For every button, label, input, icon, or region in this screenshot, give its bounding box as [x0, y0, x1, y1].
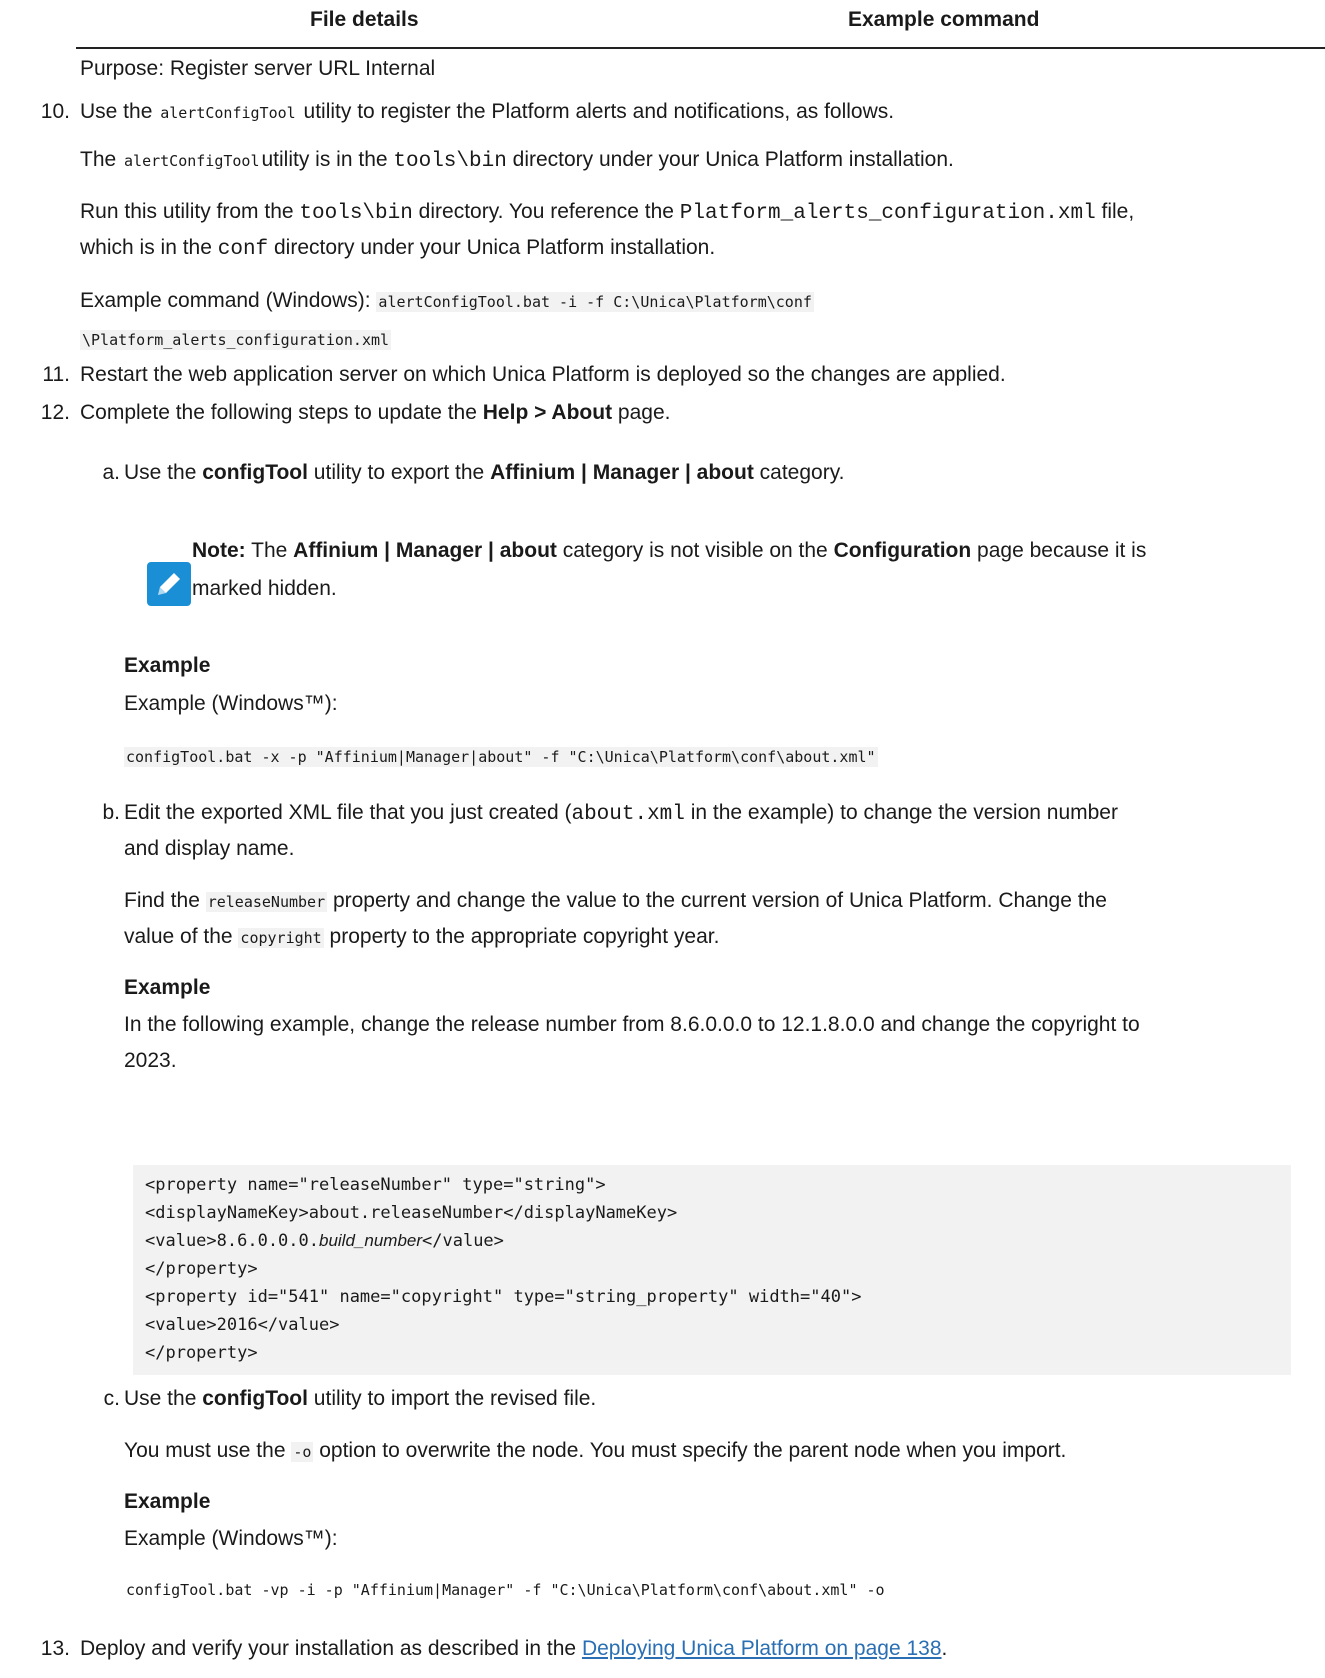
code-line: <value>2016</value>	[145, 1315, 340, 1335]
step-10-example-command-cont: \Platform_alerts_configuration.xml	[80, 330, 392, 350]
step-10-para-3b: which is in the conf directory under you…	[80, 236, 716, 261]
table-purpose-cell: Purpose: Register server URL Internal	[80, 57, 436, 80]
step-12b-para-2-cont: value of the copyright property to the a…	[124, 925, 720, 948]
xml-code-block: <property name="releaseNumber" type="str…	[133, 1165, 1291, 1375]
table-header-rule	[76, 47, 1325, 49]
step-10-number: 10.	[40, 100, 70, 123]
code-placeholder: build_number	[319, 1231, 423, 1250]
step-11-text: Restart the web application server on wh…	[80, 363, 1006, 386]
step-10-example-command: Example command (Windows): alertConfigTo…	[80, 289, 814, 312]
step-12-text: Complete the following steps to update t…	[80, 401, 671, 424]
step-10-text: Use the alertConfigTool utility to regis…	[80, 100, 895, 123]
note-text-cont: marked hidden.	[192, 577, 337, 600]
step-12a-example-label: Example (Windows™):	[124, 692, 338, 715]
code-line: <property id="541" name="copyright" type…	[145, 1287, 862, 1307]
step-12c-example-label: Example (Windows™):	[124, 1527, 338, 1550]
code-line: <value>8.6.0.0.0.build_number</value>	[145, 1231, 504, 1251]
table-header-file-details: File details	[310, 8, 419, 31]
step-12-number: 12.	[40, 401, 70, 424]
code-line: <displayNameKey>about.releaseNumber</dis…	[145, 1203, 678, 1223]
step-12c-command: configTool.bat -vp -i -p "Affinium|Manag…	[126, 1581, 885, 1599]
code-line: </property>	[145, 1259, 258, 1279]
step-12c-letter: c.	[103, 1387, 120, 1410]
step-12a-text: Use the configTool utility to export the…	[124, 461, 845, 484]
code-line: </property>	[145, 1343, 258, 1363]
code-line: <property name="releaseNumber" type="str…	[145, 1175, 606, 1195]
step-12a-example-heading: Example	[124, 654, 211, 677]
step-12c-example-heading: Example	[124, 1490, 211, 1513]
step-13-text: Deploy and verify your installation as d…	[80, 1637, 948, 1660]
step-12a-command: configTool.bat -x -p "Affinium|Manager|a…	[124, 747, 878, 767]
step-12b-text-cont: and display name.	[124, 837, 295, 860]
deploying-unica-platform-link[interactable]: Deploying Unica Platform on page 138	[582, 1637, 942, 1660]
step-12b-text: Edit the exported XML file that you just…	[124, 801, 1118, 826]
step-12b-letter: b.	[102, 801, 120, 824]
step-11-number: 11.	[42, 363, 70, 386]
step-10-para-3: Run this utility from the tools\bin dire…	[80, 200, 1135, 225]
table-header-example-command: Example command	[848, 8, 1040, 31]
step-12b-para-2: Find the releaseNumber property and chan…	[124, 889, 1107, 912]
note-pencil-icon	[147, 562, 191, 606]
step-13-number: 13.	[40, 1637, 70, 1660]
step-12c-para-2: You must use the -o option to overwrite …	[124, 1439, 1067, 1462]
step-12b-example-text-cont: 2023.	[124, 1049, 177, 1072]
note-text: Note: The Affinium | Manager | about cat…	[192, 539, 1147, 562]
step-12a-letter: a.	[102, 461, 120, 484]
step-10-para-2: The alertConfigToolutility is in the too…	[80, 148, 954, 173]
step-12b-example-text: In the following example, change the rel…	[124, 1013, 1140, 1036]
step-12b-example-heading: Example	[124, 976, 211, 999]
step-12c-text: Use the configTool utility to import the…	[124, 1387, 597, 1410]
